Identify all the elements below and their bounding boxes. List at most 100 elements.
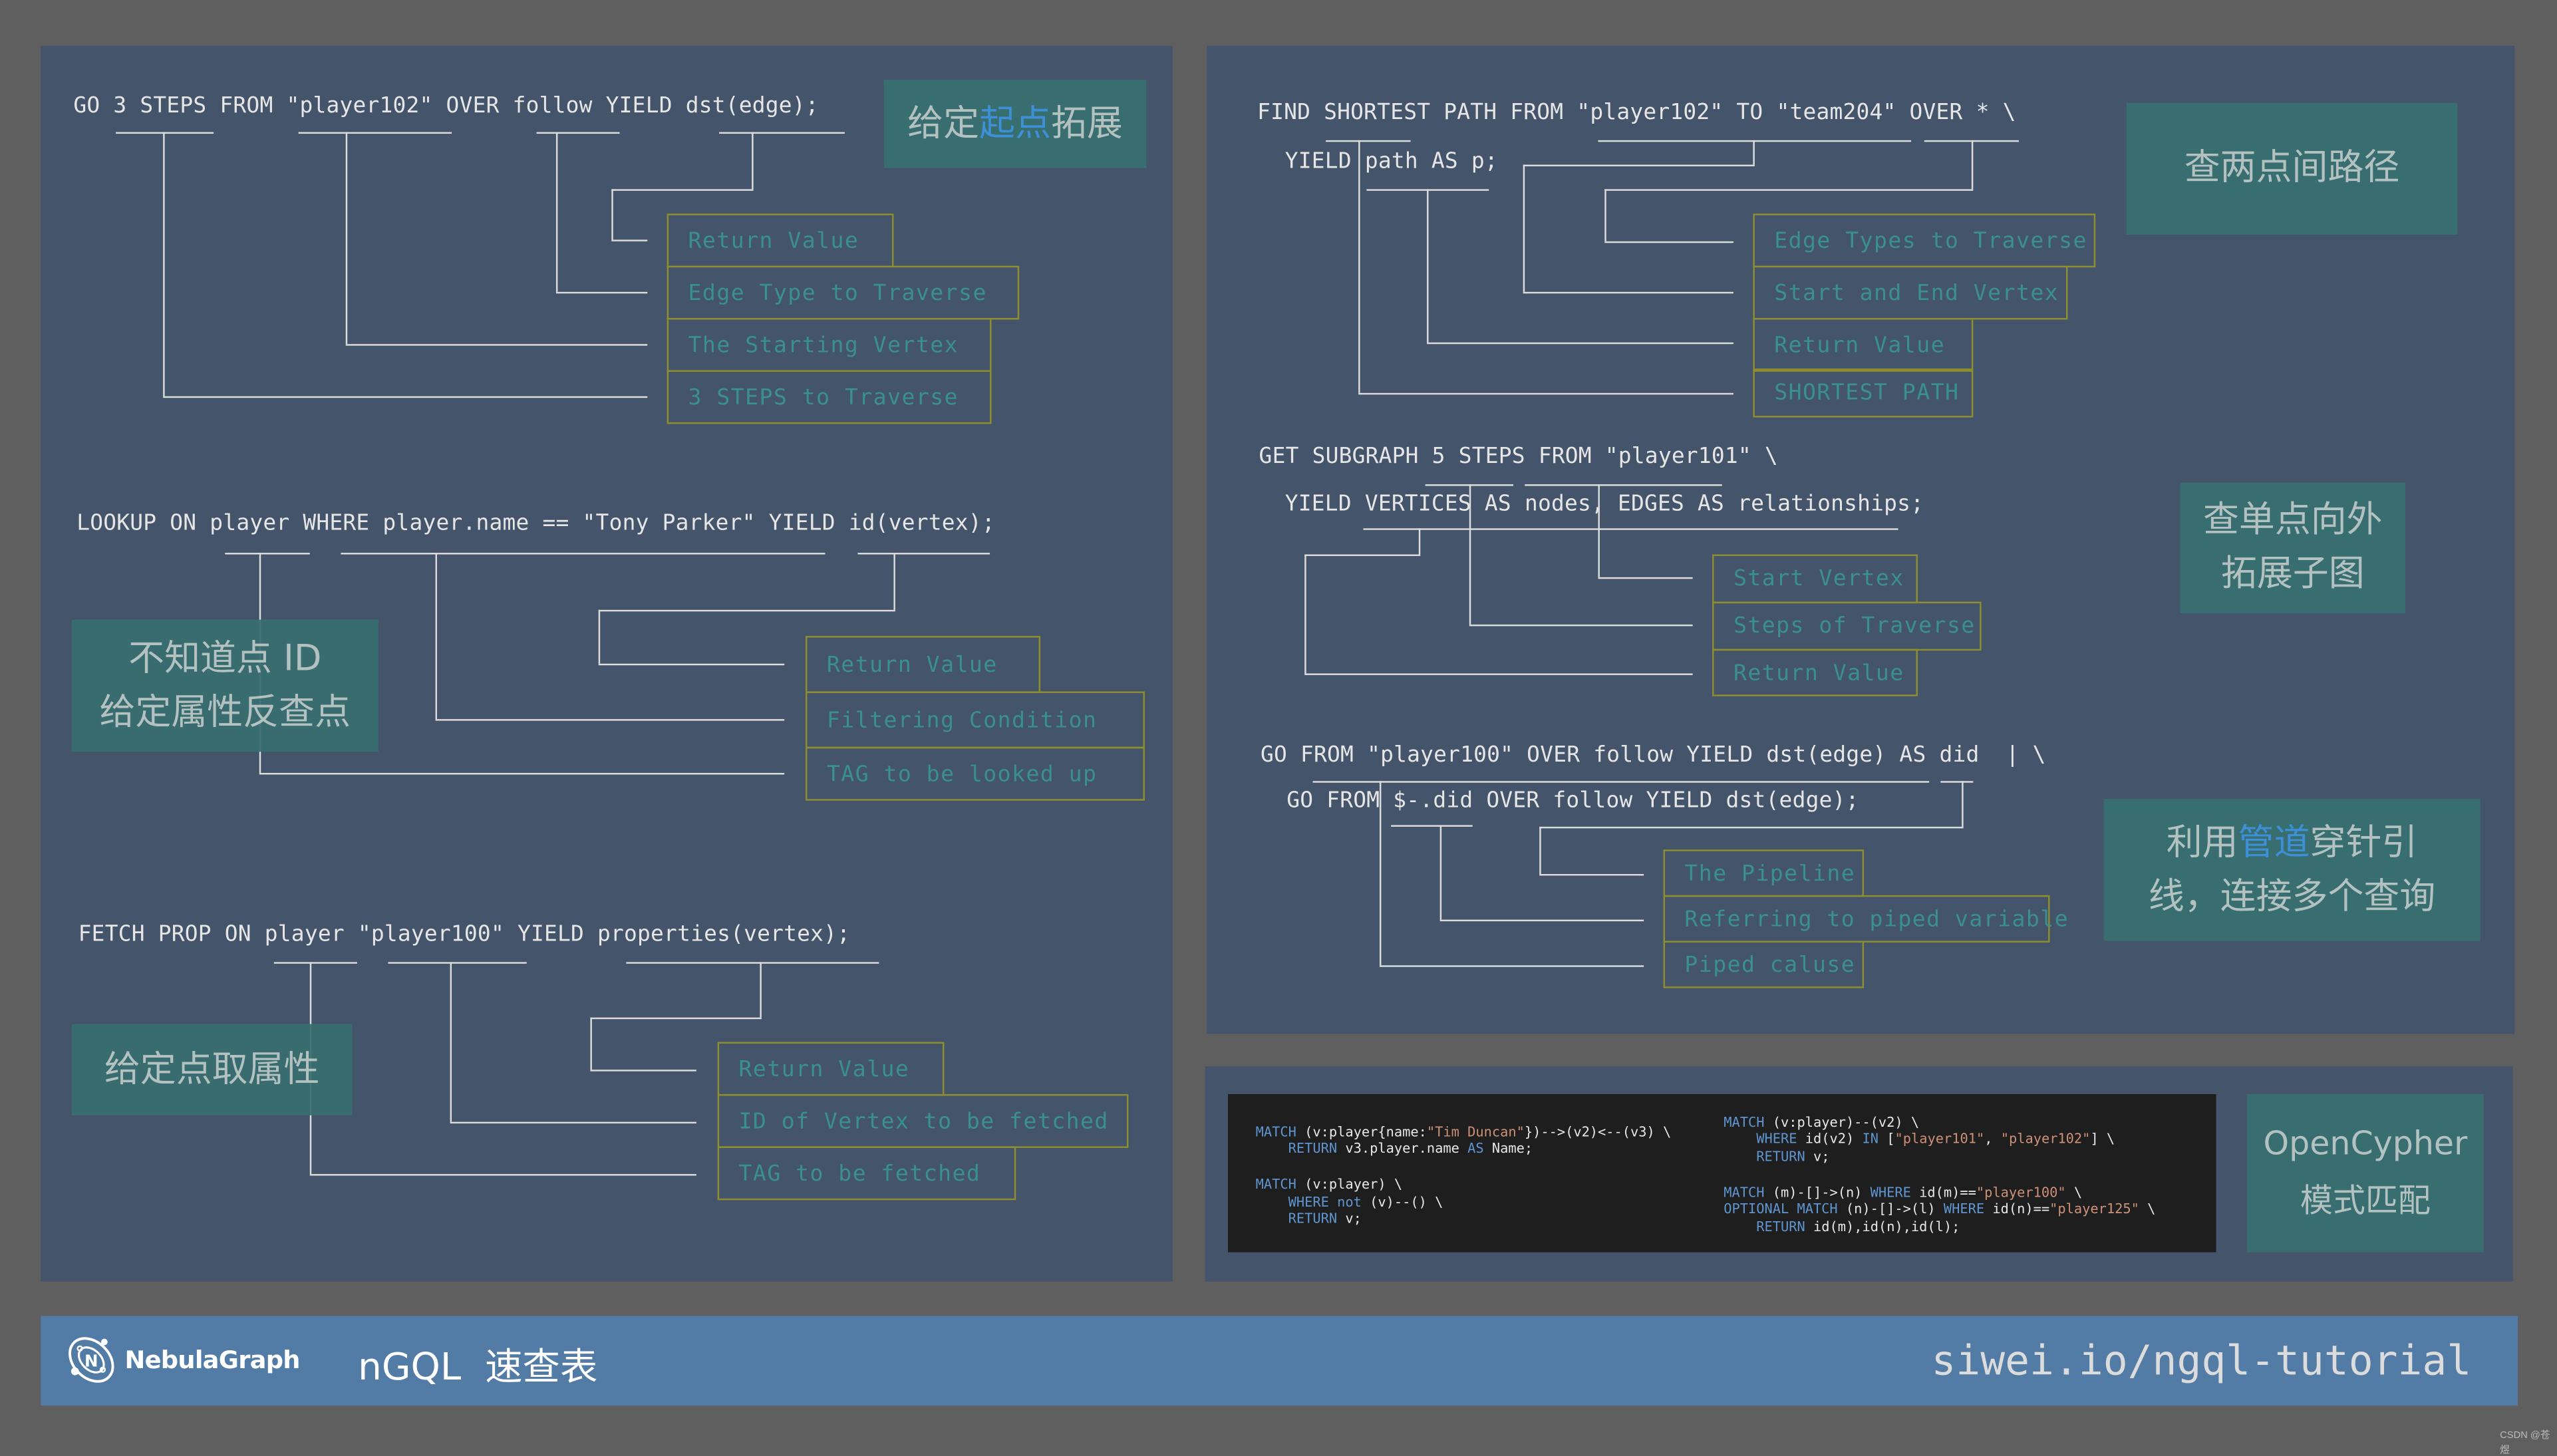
connector [1427, 342, 1733, 345]
underline [225, 553, 310, 555]
connector [590, 1070, 696, 1072]
connector [1469, 484, 1471, 625]
cypher-text: id(n)== [1984, 1201, 2050, 1218]
underline [1312, 781, 1930, 783]
connector [1358, 140, 1360, 393]
lookup-label-tag: TAG to be looked up [806, 746, 1145, 801]
underline [1363, 528, 1898, 530]
cypher-text: v3.player.name [1337, 1140, 1468, 1157]
underline [388, 962, 527, 964]
connector [345, 132, 348, 345]
go-label-edge-type: Edge Type to Traverse [667, 265, 1020, 320]
cypher-text: (m)-[]->(n) [1764, 1183, 1871, 1200]
connector [309, 1174, 696, 1176]
cypher-right-column: MATCH (v:player)--(v2) \ WHERE id(v2) IN… [1724, 1113, 2155, 1236]
connector [752, 132, 754, 190]
connector [611, 189, 613, 240]
subgraph-query-line1: GET SUBGRAPH 5 STEPS FROM "player101" \ [1259, 445, 1778, 470]
connector [1439, 825, 1442, 920]
fetch-label-vertex-id: ID of Vertex to be fetched [717, 1093, 1129, 1148]
cypher-section-title: OpenCypher 模式匹配 [2247, 1093, 2484, 1252]
connector [1427, 189, 1429, 343]
cypher-code-line: RETURN id(m),id(n),id(l); [1724, 1219, 2155, 1236]
fetch-query-code: FETCH PROP ON player "player100" YIELD p… [78, 923, 851, 948]
pipe-title-highlight: 管道 [2238, 822, 2310, 864]
brand-name: NebulaGraph [124, 1345, 301, 1375]
connector [1539, 826, 1541, 875]
subgraph-query-line2: YIELD VERTICES AS nodes, EDGES AS relati… [1284, 492, 1924, 517]
path-section-title: 查两点间路径 [2126, 102, 2458, 235]
cypher-string: "player102" [2000, 1130, 2091, 1147]
cypher-keyword: WHERE not [1288, 1193, 1362, 1210]
cypher-text: id(v2) [1797, 1130, 1863, 1147]
cypher-code-line: MATCH (m)-[]->(n) WHERE id(m)=="player10… [1724, 1183, 2155, 1201]
connector [1358, 392, 1733, 395]
footer-url[interactable]: siwei.io/ngql-tutorial [1931, 1337, 2471, 1384]
fetch-label-return-value: Return Value [717, 1042, 945, 1096]
connector [1598, 577, 1693, 579]
lookup-section-title: 不知道点 ID 给定属性反查点 [71, 619, 378, 752]
subgraph-label-return-value: Return Value [1712, 649, 1918, 696]
go-title-pre: 给定 [907, 103, 980, 144]
lookup-query-code: LOOKUP ON player WHERE player.name == "T… [76, 511, 995, 537]
pipe-title-pre: 利用 [2166, 822, 2238, 864]
cypher-text: [ [1878, 1130, 1895, 1147]
connector [1523, 164, 1755, 167]
cypher-title-line1: OpenCypher [2263, 1123, 2468, 1163]
cypher-code-line: RETURN v; [1724, 1148, 2155, 1165]
cypher-string: "player100" [1976, 1183, 2066, 1200]
nebulagraph-logo[interactable]: N NebulaGraph [63, 1332, 301, 1387]
path-query-line1: FIND SHORTEST PATH FROM "player102" TO "… [1257, 100, 2016, 126]
pipe-title-line2: 线，连接多个查询 [2148, 876, 2436, 917]
path-query-line2: YIELD path AS p; [1284, 150, 1498, 175]
cypher-keyword: WHERE [1943, 1201, 1985, 1218]
pipe-label-piped-variable: Referring to piped variable [1663, 895, 2068, 943]
cypher-text: v; [1337, 1211, 1362, 1227]
connector [1304, 673, 1693, 675]
underline [626, 962, 879, 964]
underline [1326, 140, 1411, 142]
connector [555, 132, 558, 292]
cypher-text: (v)--() \ [1361, 1193, 1443, 1210]
path-label-shortest-path: SHORTEST PATH [1753, 368, 1974, 418]
nebulagraph-logo-icon: N [67, 1337, 114, 1383]
connector [893, 553, 895, 610]
underline [273, 962, 357, 964]
connector [1604, 189, 1606, 241]
underline [298, 132, 452, 134]
cypher-string: "player125" [2049, 1201, 2139, 1218]
cypher-code-line [1256, 1158, 1672, 1175]
cypher-text: Name; [1483, 1140, 1533, 1157]
cypher-keyword: AS [1467, 1140, 1484, 1157]
lookup-label-return-value: Return Value [806, 636, 1041, 693]
connector [1753, 140, 1755, 165]
subgraph-section-title: 查单点向外 拓展子图 [2180, 482, 2405, 613]
connector [345, 344, 648, 346]
underline [857, 553, 990, 555]
cypher-text [1256, 1140, 1288, 1157]
subgraph-label-steps: Steps of Traverse [1712, 601, 1982, 651]
connector [1379, 781, 1382, 966]
connector [611, 239, 648, 241]
go-label-steps: 3 STEPS to Traverse [667, 370, 992, 424]
underline [341, 553, 826, 555]
cypher-keyword: WHERE [1870, 1183, 1911, 1200]
pipe-query-line2: GO FROM $-.did OVER follow YIELD dst(edg… [1286, 789, 1859, 814]
underline [536, 132, 620, 134]
connector [598, 663, 785, 666]
subgraph-title-line2: 拓展子图 [2220, 554, 2365, 595]
cypher-text: \ [2139, 1201, 2156, 1218]
connector [1539, 826, 1964, 829]
cypher-text [1256, 1211, 1288, 1227]
path-label-edge-types: Edge Types to Traverse [1753, 214, 2096, 268]
cypher-code-line: WHERE not (v)--() \ [1256, 1193, 1672, 1211]
connector [1379, 965, 1644, 967]
connector [259, 773, 785, 775]
connector [1971, 140, 1974, 190]
connector [435, 553, 438, 720]
connector [1604, 189, 1974, 191]
go-query-code: GO 3 STEPS FROM "player102" OVER follow … [73, 94, 819, 119]
cypher-title-line2: 模式匹配 [2300, 1180, 2431, 1220]
connector [555, 291, 648, 294]
connector [163, 396, 648, 398]
